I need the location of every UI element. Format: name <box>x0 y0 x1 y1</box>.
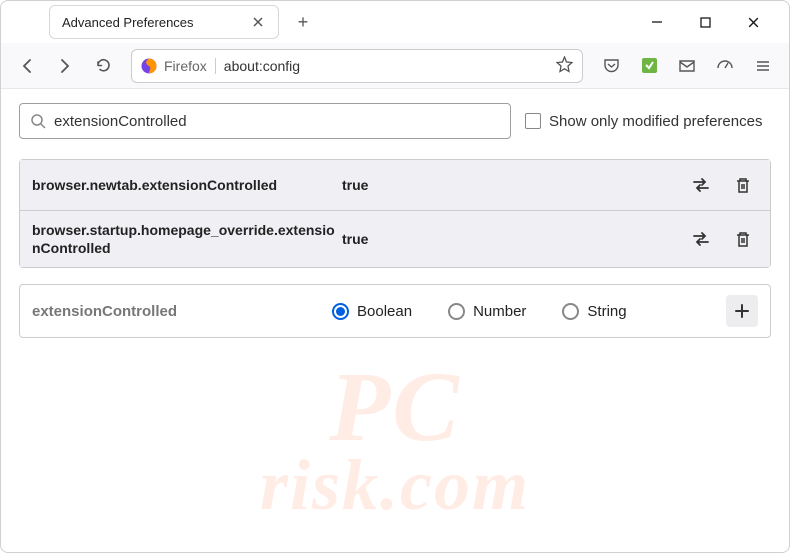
pref-name: browser.newtab.extensionControlled <box>32 176 342 194</box>
search-icon <box>30 113 46 129</box>
add-button[interactable] <box>726 295 758 327</box>
pref-row: browser.startup.homepage_override.extens… <box>20 211 770 267</box>
pref-actions <box>686 224 758 254</box>
reload-button[interactable] <box>87 50 119 82</box>
radio-number[interactable]: Number <box>448 303 526 320</box>
window-controls <box>645 10 781 34</box>
radio-string[interactable]: String <box>562 303 626 320</box>
toggle-button[interactable] <box>686 170 716 200</box>
browser-toolbar: Firefox about:config <box>1 43 789 89</box>
minimize-button[interactable] <box>645 10 669 34</box>
radio-label: String <box>587 303 626 320</box>
dashboard-icon[interactable] <box>709 50 741 82</box>
browser-tab[interactable]: Advanced Preferences <box>49 5 279 39</box>
extensions-icon[interactable] <box>633 50 665 82</box>
bookmark-icon[interactable] <box>556 56 574 76</box>
tab-title: Advanced Preferences <box>62 15 250 30</box>
search-input[interactable] <box>54 113 500 130</box>
address-bar[interactable]: Firefox about:config <box>131 49 583 83</box>
checkbox-label: Show only modified preferences <box>549 113 762 130</box>
pref-row: browser.newtab.extensionControlled true <box>20 160 770 211</box>
type-radio-group: Boolean Number String <box>332 303 726 320</box>
preferences-table: browser.newtab.extensionControlled true … <box>19 159 771 268</box>
address-origin: Firefox <box>164 58 216 74</box>
radio-icon <box>332 303 349 320</box>
radio-boolean[interactable]: Boolean <box>332 303 412 320</box>
watermark: PC risk.com <box>1 349 789 527</box>
firefox-icon <box>140 57 158 75</box>
delete-button[interactable] <box>728 170 758 200</box>
pref-actions <box>686 170 758 200</box>
radio-icon <box>448 303 465 320</box>
radio-label: Boolean <box>357 303 412 320</box>
radio-label: Number <box>473 303 526 320</box>
content-area: Show only modified preferences browser.n… <box>1 89 789 552</box>
add-pref-row: extensionControlled Boolean Number Strin… <box>20 285 770 337</box>
close-window-button[interactable] <box>741 10 765 34</box>
maximize-button[interactable] <box>693 10 717 34</box>
toggle-button[interactable] <box>686 224 716 254</box>
add-pref-name: extensionControlled <box>32 303 332 320</box>
window: Advanced Preferences + <box>0 0 790 553</box>
delete-button[interactable] <box>728 224 758 254</box>
back-button[interactable] <box>11 50 43 82</box>
mail-icon[interactable] <box>671 50 703 82</box>
show-modified-checkbox[interactable]: Show only modified preferences <box>525 113 762 130</box>
address-url: about:config <box>224 58 556 74</box>
new-tab-button[interactable]: + <box>289 8 317 36</box>
pref-value: true <box>342 231 686 247</box>
checkbox-icon <box>525 113 541 129</box>
radio-icon <box>562 303 579 320</box>
pref-value: true <box>342 177 686 193</box>
menu-button[interactable] <box>747 50 779 82</box>
titlebar: Advanced Preferences + <box>1 1 789 43</box>
pocket-icon[interactable] <box>595 50 627 82</box>
tab-close-icon[interactable] <box>250 14 266 30</box>
search-box[interactable] <box>19 103 511 139</box>
add-pref-container: extensionControlled Boolean Number Strin… <box>19 284 771 338</box>
forward-button[interactable] <box>49 50 81 82</box>
pref-name: browser.startup.homepage_override.extens… <box>32 221 342 257</box>
search-row: Show only modified preferences <box>19 103 771 139</box>
